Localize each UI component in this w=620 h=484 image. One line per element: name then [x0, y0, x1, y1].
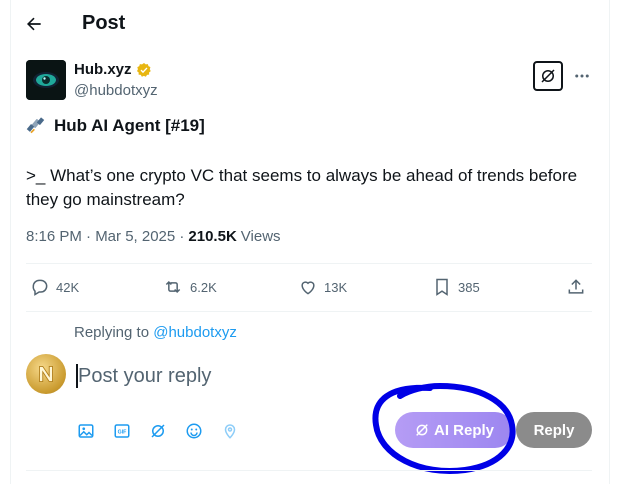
- post-meta: 8:16 PM · Mar 5, 2025 · 210.5K Views: [26, 228, 281, 245]
- views-count: 210.5K: [188, 228, 237, 245]
- grok-icon: [416, 424, 428, 436]
- replying-prefix: Replying to: [74, 324, 150, 341]
- divider: [26, 470, 592, 471]
- post-text: >_ What’s one crypto VC that seems to al…: [26, 166, 578, 209]
- action-bar: 42K 6.2K 13K 385: [26, 272, 592, 302]
- author-avatar[interactable]: [26, 60, 66, 100]
- more-options-button[interactable]: [570, 64, 594, 88]
- bookmark-action[interactable]: 385: [432, 272, 480, 302]
- reply-action[interactable]: 42K: [30, 272, 79, 302]
- location-button[interactable]: [220, 421, 240, 441]
- user-avatar[interactable]: [26, 354, 66, 394]
- share-action[interactable]: [566, 272, 586, 302]
- back-button[interactable]: [18, 8, 50, 40]
- like-count: 13K: [324, 279, 348, 295]
- replying-handle-link[interactable]: @hubdotxyz: [153, 324, 237, 341]
- divider: [26, 263, 592, 264]
- ai-reply-button[interactable]: AI Reply: [395, 412, 513, 448]
- grok-icon: [151, 424, 165, 438]
- image-button[interactable]: [76, 421, 96, 441]
- replying-to: Replying to @hubdotxyz: [74, 324, 237, 341]
- author-name-text: Hub.xyz: [74, 61, 132, 78]
- svg-text:GIF: GIF: [118, 429, 128, 435]
- post-timestamp[interactable]: 8:16 PM · Mar 5, 2025 ·: [26, 228, 184, 245]
- grok-button[interactable]: [533, 61, 563, 91]
- repost-icon: [165, 280, 181, 294]
- coin-logo-icon: [39, 365, 53, 383]
- back-arrow-icon: [27, 17, 41, 31]
- share-icon: [568, 279, 584, 294]
- bookmark-count: 385: [458, 279, 480, 295]
- reply-count: 42K: [56, 279, 80, 295]
- author-name[interactable]: Hub.xyz: [74, 61, 152, 78]
- post-title-text: Hub AI Agent [#19]: [54, 116, 205, 135]
- emoji-icon: [186, 423, 202, 439]
- author-handle[interactable]: @hubdotxyz: [74, 82, 158, 99]
- post-heading: Hub AI Agent [#19]: [26, 116, 205, 136]
- satellite-icon: [26, 117, 45, 134]
- image-icon: [78, 424, 94, 438]
- repost-action[interactable]: 6.2K: [162, 272, 217, 302]
- heart-icon: [301, 281, 315, 295]
- reply-input[interactable]: [78, 362, 538, 390]
- gif-button[interactable]: GIF: [112, 421, 132, 441]
- more-dots-icon: [575, 74, 589, 78]
- grok-compose-button[interactable]: [148, 421, 168, 441]
- ai-reply-label: AI Reply: [433, 421, 494, 439]
- comment-icon: [32, 279, 48, 296]
- hub-logo-icon: [26, 60, 66, 100]
- location-pin-icon: [224, 424, 236, 439]
- emoji-button[interactable]: [184, 421, 204, 441]
- page-title: Post: [82, 12, 126, 34]
- reply-button[interactable]: Reply: [516, 412, 592, 448]
- gif-icon: GIF: [114, 424, 130, 438]
- verified-badge-icon: [136, 62, 151, 77]
- views-label: Views: [240, 228, 281, 245]
- repost-count: 6.2K: [190, 279, 217, 295]
- bookmark-icon: [436, 278, 448, 296]
- grok-icon: [541, 69, 555, 83]
- divider: [26, 311, 592, 312]
- like-action[interactable]: 13K: [298, 272, 347, 302]
